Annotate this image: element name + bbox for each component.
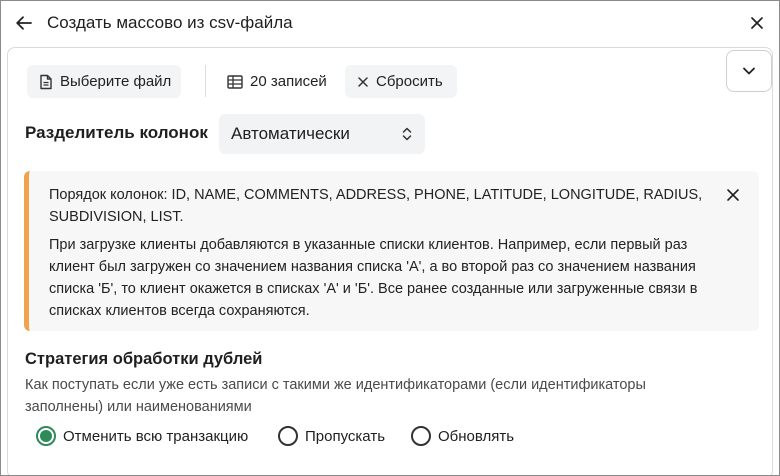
radio-indicator <box>278 426 298 446</box>
close-icon <box>751 17 763 29</box>
radio-label: Пропускать <box>305 427 386 445</box>
records-count-label: 20 записей <box>250 73 327 90</box>
column-separator-select[interactable]: Автоматически <box>219 114 425 154</box>
radio-indicator <box>36 426 56 446</box>
alert-description: При загрузке клиенты добавляются в указа… <box>49 237 698 319</box>
title-bar: Создать массово из csv-файла <box>1 1 779 45</box>
radio-label: Обновлять <box>438 427 515 445</box>
dialog-window: Создать массово из csv-файла Выберите фа… <box>0 0 780 476</box>
records-count-button[interactable]: 20 записей <box>215 65 337 98</box>
collapse-button[interactable] <box>726 50 772 92</box>
toolbar-divider <box>205 65 206 97</box>
close-button[interactable] <box>745 11 769 35</box>
duplicates-strategy-description: Как поступать если уже есть записи с так… <box>25 377 646 415</box>
alert-columns-text: Порядок колонок: ID, NAME, COMMENTS, ADD… <box>49 187 703 225</box>
radio-skip[interactable]: Пропускать <box>278 425 385 447</box>
chevron-down-icon <box>743 67 755 75</box>
file-icon <box>39 74 53 90</box>
radio-label: Отменить всю транзакцию <box>63 427 249 445</box>
back-button[interactable] <box>11 10 37 36</box>
column-separator-value: Автоматически <box>231 124 350 143</box>
reset-button[interactable]: Сбросить <box>345 65 457 98</box>
duplicates-strategy-title: Стратегия обработки дублей <box>25 350 263 368</box>
alert-close-button[interactable] <box>723 185 743 205</box>
reset-label: Сбросить <box>376 73 443 90</box>
x-icon <box>357 76 369 88</box>
info-alert: Порядок колонок: ID, NAME, COMMENTS, ADD… <box>24 171 759 331</box>
arrow-left-icon <box>16 16 32 30</box>
radio-update[interactable]: Обновлять <box>411 425 514 447</box>
radio-indicator <box>411 426 431 446</box>
table-icon <box>227 74 243 89</box>
close-icon <box>727 189 739 201</box>
choose-file-label: Выберите файл <box>60 73 172 90</box>
choose-file-button[interactable]: Выберите файл <box>27 65 181 98</box>
column-separator-label: Разделитель колонок <box>25 123 208 142</box>
radio-cancel-transaction[interactable]: Отменить всю транзакцию <box>36 425 248 447</box>
dialog-title: Создать массово из csv-файла <box>47 13 293 32</box>
up-down-chevron-icon <box>402 127 412 141</box>
